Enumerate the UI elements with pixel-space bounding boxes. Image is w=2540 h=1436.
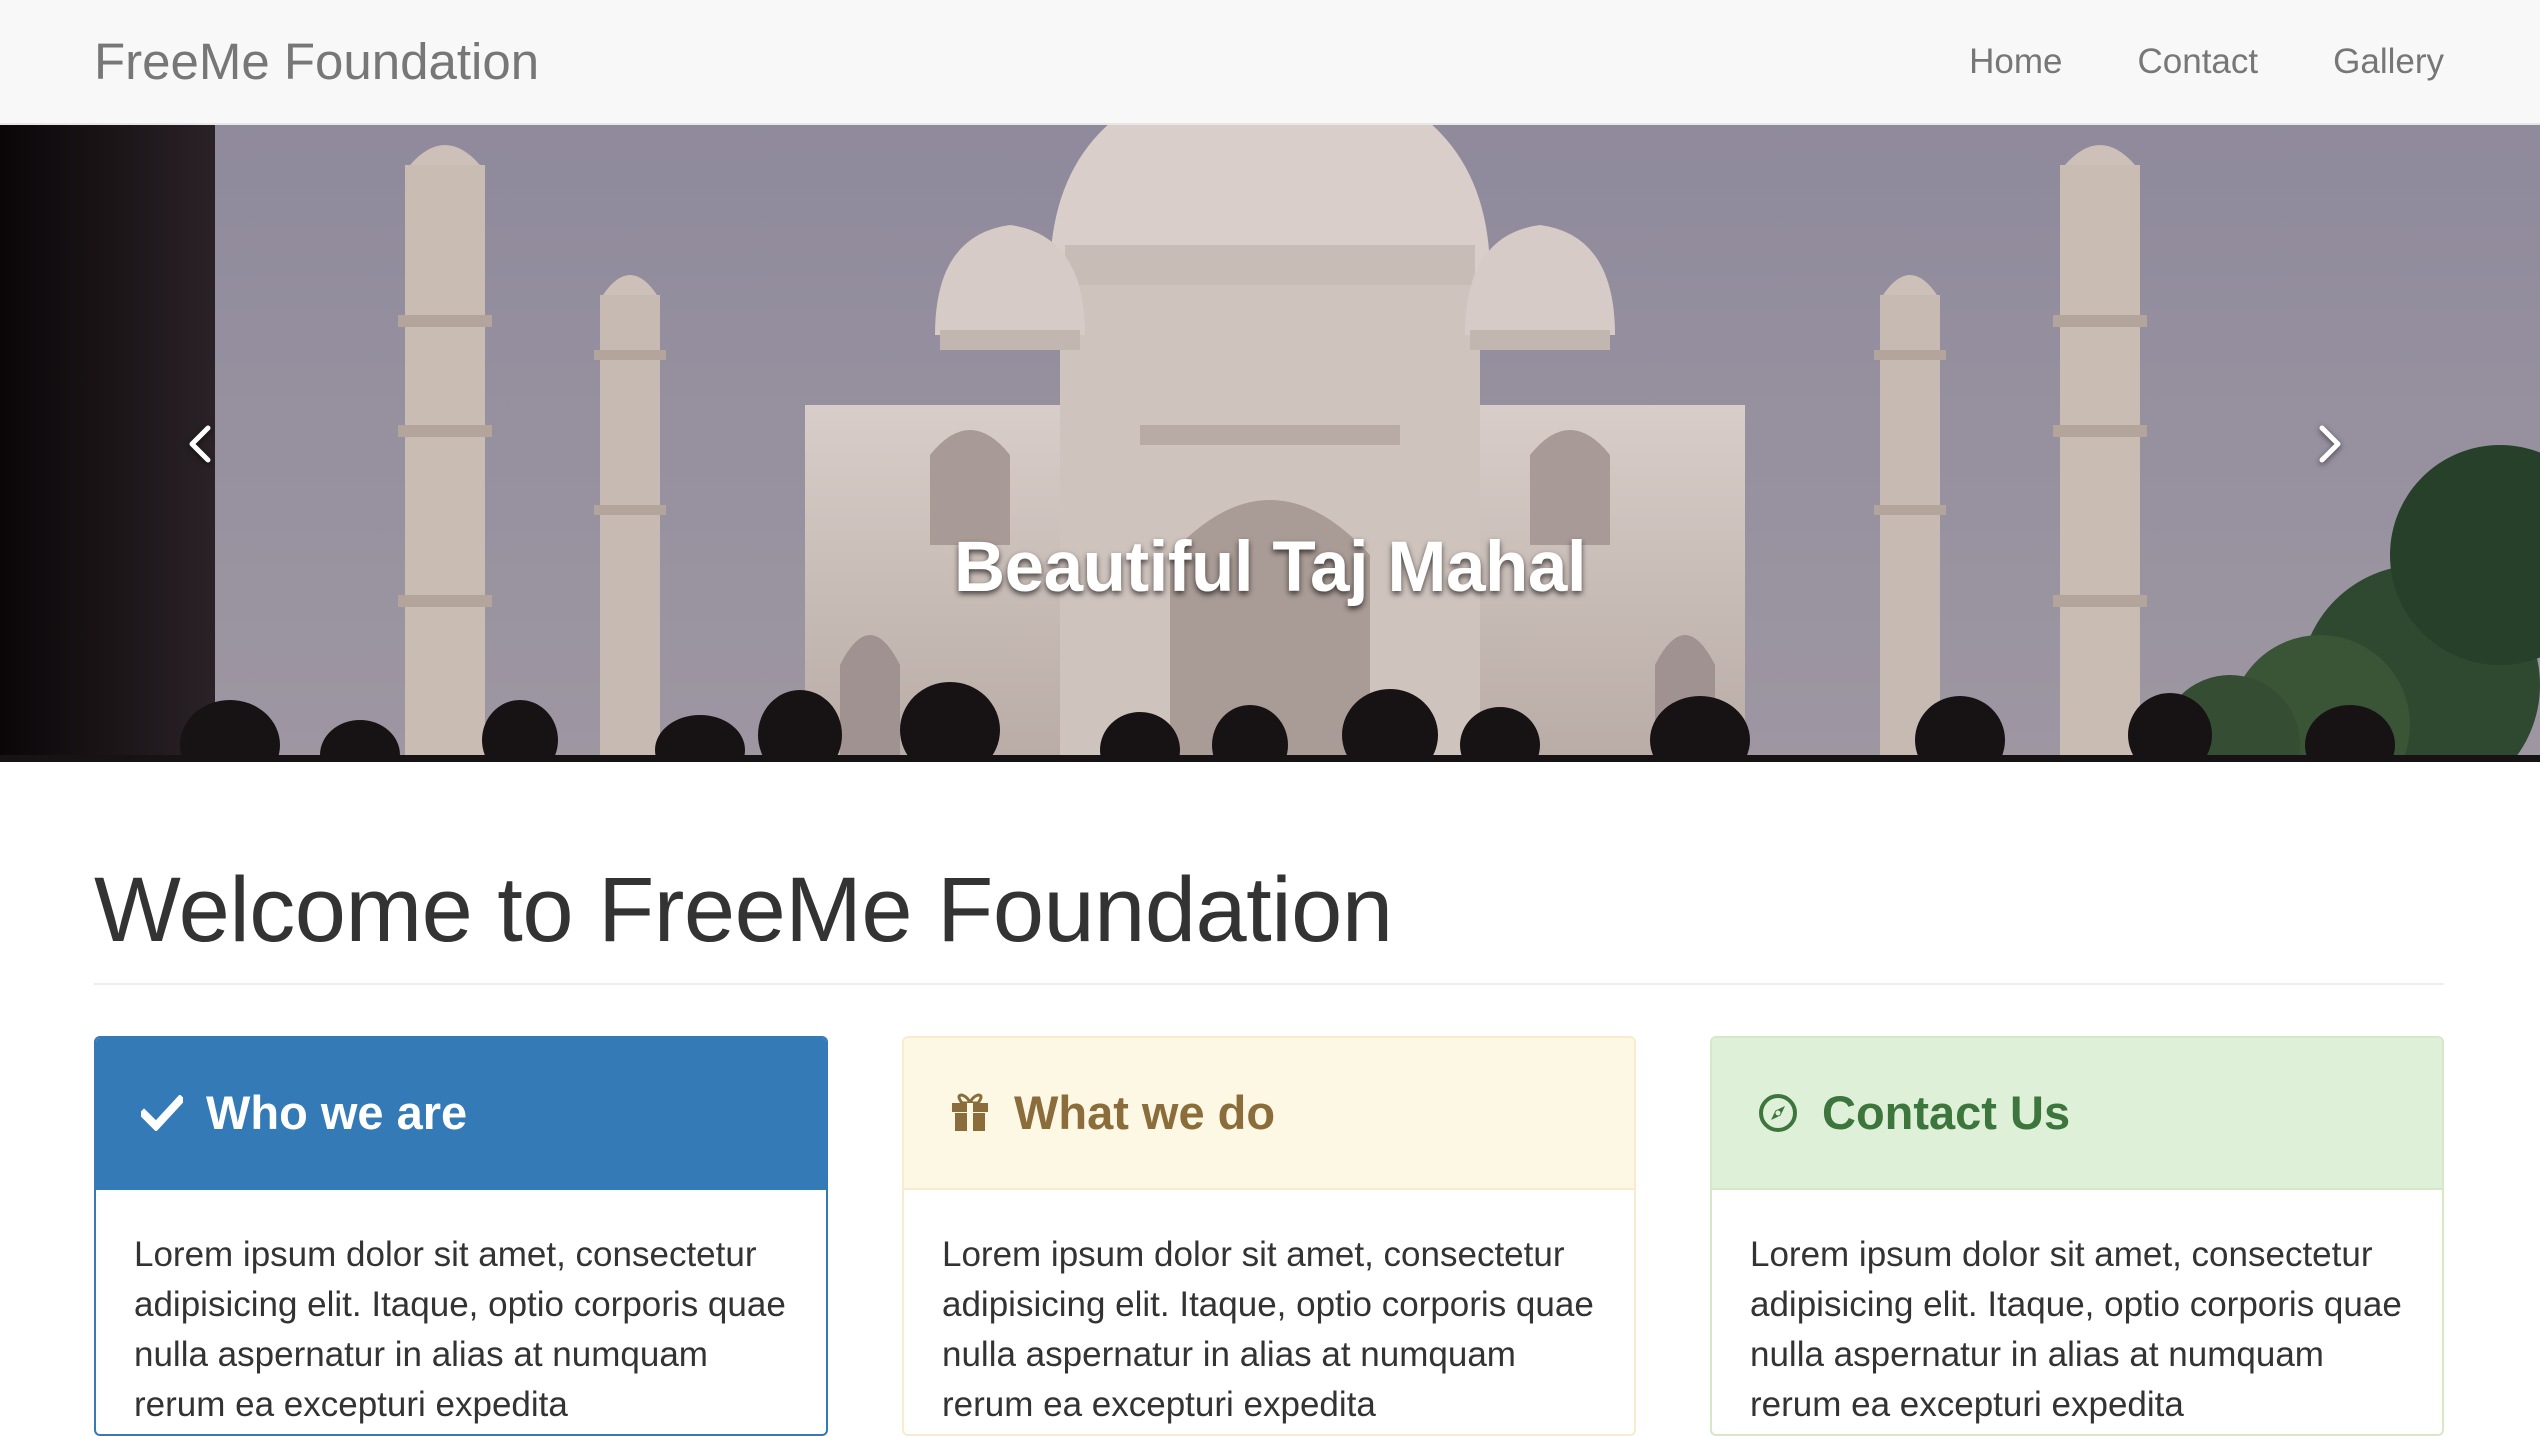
panel-title: What we do [1014,1086,1276,1139]
panel-heading: Who we are [96,1038,826,1190]
brand-link[interactable]: FreeMe Foundation [94,30,539,94]
navbar: FreeMe Foundation Home Contact Gallery [0,0,2540,125]
compass-icon [1756,1091,1800,1135]
panel-body: Lorem ipsum dolor sit amet, consectetur … [134,1235,786,1424]
panel-contact-us: Contact Us Lorem ipsum dolor sit amet, c… [1710,1036,2444,1436]
nav-link-home[interactable]: Home [1969,30,2062,94]
chevron-right-icon [2319,425,2341,462]
panel-heading: What we do [904,1038,1634,1190]
panel-what-we-do: What we do Lorem ipsum dolor sit amet, c… [902,1036,1636,1436]
page-title: Welcome to FreeMe Foundation [94,859,1393,961]
page-header: Welcome to FreeMe Foundation [94,860,2444,985]
nav-link-contact[interactable]: Contact [2138,30,2259,94]
nav-link-gallery[interactable]: Gallery [2333,30,2444,94]
nav-menu: Home Contact Gallery [1894,30,2444,94]
hero-carousel: Beautiful Taj Mahal [0,125,2540,762]
carousel-caption: Beautiful Taj Mahal [953,528,1587,607]
panel-body: Lorem ipsum dolor sit amet, consectetur … [1750,1235,2402,1424]
panel-title: Contact Us [1822,1086,2071,1139]
chevron-left-icon [189,425,211,462]
gift-icon [948,1091,992,1135]
carousel-prev-control[interactable] [90,125,310,762]
panel-title: Who we are [206,1086,468,1139]
panel-who-we-are: Who we are Lorem ipsum dolor sit amet, c… [94,1036,828,1436]
carousel-next-control[interactable] [2120,125,2540,762]
panel-body: Lorem ipsum dolor sit amet, consectetur … [942,1235,1594,1424]
checkmark-icon [140,1091,184,1135]
panel-heading: Contact Us [1712,1038,2442,1190]
